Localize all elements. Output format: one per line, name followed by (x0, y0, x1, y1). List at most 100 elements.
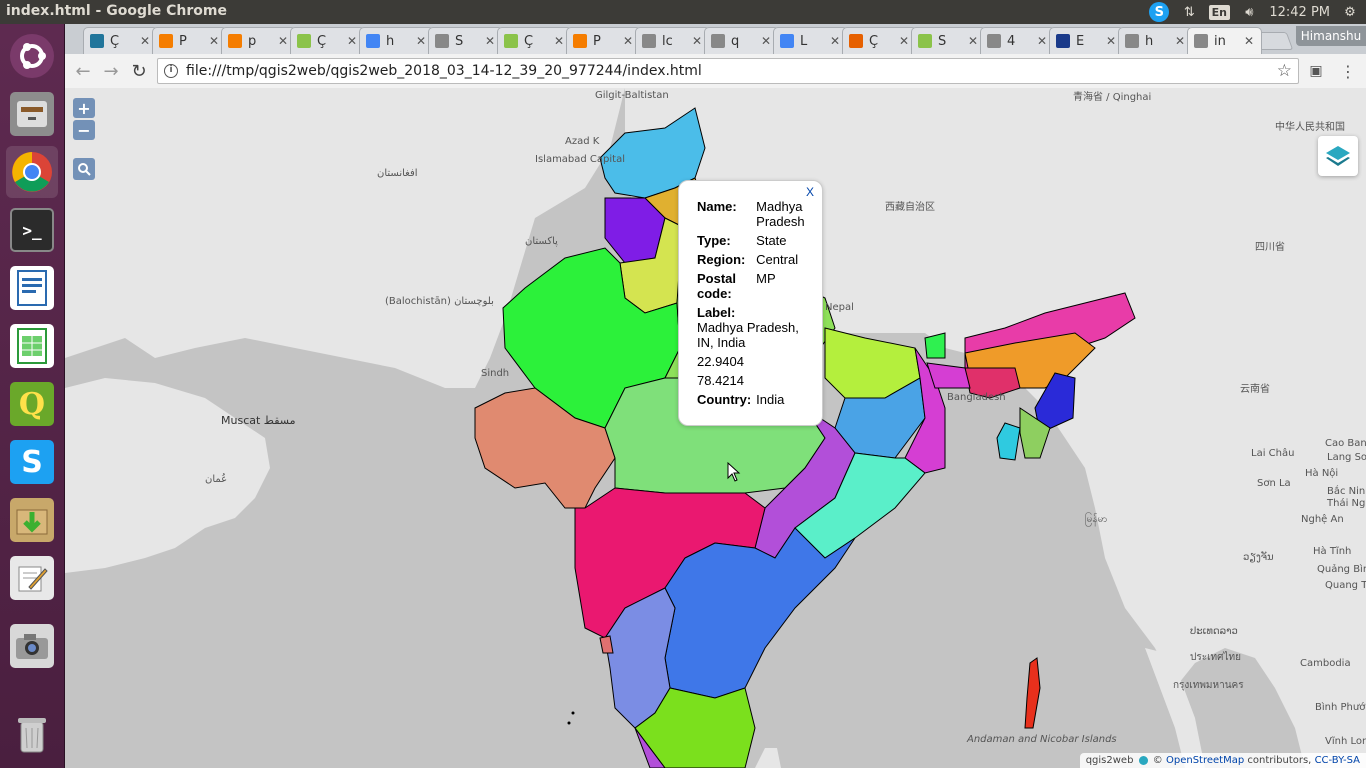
tab-label: in (1214, 33, 1226, 49)
osm-link[interactable]: OpenStreetMap (1166, 755, 1244, 766)
google-icon (780, 34, 794, 48)
qgis-icon: Q (10, 382, 54, 426)
page-icon (1194, 34, 1208, 48)
license-link[interactable]: CC-BY-SA (1315, 755, 1360, 766)
address-bar[interactable]: i file:///tmp/qgis2web/qgis2web_2018_03_… (157, 58, 1299, 84)
popup-key: Postal code: (697, 271, 737, 301)
reload-icon[interactable]: ↻ (127, 60, 151, 82)
google-icon (366, 34, 380, 48)
browser-tab[interactable]: Ç ✕ (290, 27, 365, 54)
network-icon[interactable]: ⇅ (1179, 2, 1199, 22)
settings-gear-icon[interactable]: ⚙ (1340, 2, 1360, 22)
bookmark-star-icon[interactable]: ☆ (1277, 61, 1292, 81)
check-icon (297, 34, 311, 48)
browser-tab[interactable]: Ç ✕ (497, 27, 572, 54)
tab-close-icon[interactable]: ✕ (1104, 34, 1118, 48)
search-icon[interactable] (73, 158, 95, 180)
tab-close-icon[interactable]: ✕ (1173, 34, 1187, 48)
map-label: မြန်မာ (1085, 514, 1108, 525)
writer-launcher-button[interactable] (6, 262, 58, 314)
browser-tab[interactable]: lc ✕ (635, 27, 710, 54)
tab-close-icon[interactable]: ✕ (552, 34, 566, 48)
clock[interactable]: 12:42 PM (1269, 5, 1330, 20)
back-arrow-icon[interactable]: ← (71, 60, 95, 82)
tab-close-icon[interactable]: ✕ (138, 34, 152, 48)
map-viewport[interactable]: Gilgit-Baltistan Azad K Islamabad Capita… (65, 88, 1366, 768)
popup-value: MP (756, 271, 776, 286)
check-icon (918, 34, 932, 48)
wordpress-icon (90, 34, 104, 48)
tab-close-icon[interactable]: ✕ (966, 34, 980, 48)
qgis2web-link[interactable]: qgis2web (1086, 755, 1134, 766)
tab-label: L (800, 33, 808, 49)
map-label: ວຽງຈັນ (1243, 552, 1274, 563)
zoom-out-button[interactable]: − (73, 120, 95, 140)
tab-label: Ç (317, 33, 327, 49)
tab-close-icon[interactable]: ✕ (828, 34, 842, 48)
map-label: Nepal (825, 302, 854, 313)
tab-close-icon[interactable]: ✕ (897, 34, 911, 48)
qgis-small-icon (1138, 755, 1148, 765)
info-icon[interactable]: i (164, 64, 178, 78)
popup-close-button[interactable]: X (806, 185, 814, 199)
profile-button[interactable]: Himanshu (1296, 26, 1366, 46)
map-label: Quang Tri (1325, 580, 1366, 591)
files-launcher-button[interactable] (6, 88, 58, 140)
camera-launcher-button[interactable] (6, 620, 58, 672)
browser-tab[interactable]: L ✕ (773, 27, 848, 54)
tab-close-icon[interactable]: ✕ (1242, 34, 1256, 48)
browser-tab[interactable]: in ✕ (1187, 27, 1262, 54)
chrome-launcher-button[interactable] (6, 146, 58, 198)
zoom-in-button[interactable]: + (73, 98, 95, 118)
map-label: Cao Bang (1325, 438, 1366, 449)
tab-close-icon[interactable]: ✕ (207, 34, 221, 48)
browser-tab[interactable]: P ✕ (566, 27, 641, 54)
popup-key: Region: (697, 252, 746, 267)
browser-tab[interactable]: p ✕ (221, 27, 296, 54)
tab-close-icon[interactable]: ✕ (276, 34, 290, 48)
tab-close-icon[interactable]: ✕ (483, 34, 497, 48)
browser-tab[interactable]: E ✕ (1049, 27, 1124, 54)
browser-tab[interactable]: P ✕ (152, 27, 227, 54)
system-tray: S ⇅ En 🔊︎ 12:42 PM ⚙ (1149, 0, 1360, 24)
tab-close-icon[interactable]: ✕ (621, 34, 635, 48)
layers-icon[interactable] (1318, 136, 1358, 176)
skype-launcher-button[interactable]: S (6, 436, 58, 488)
browser-tab[interactable]: 4 ✕ (980, 27, 1055, 54)
check-icon (504, 34, 518, 48)
popup-row: Type: State (697, 233, 813, 252)
extension-icon[interactable]: ▣ (1307, 62, 1325, 80)
map-label: 云南省 (1240, 384, 1270, 395)
terminal-launcher-button[interactable]: >_ (6, 204, 58, 256)
map-label: Hà Nội (1305, 468, 1339, 479)
browser-tab[interactable]: Ç ✕ (842, 27, 917, 54)
browser-tab[interactable]: Ç ✕ (83, 27, 158, 54)
browser-tab[interactable]: S ✕ (911, 27, 986, 54)
volume-icon[interactable]: 🔊︎ (1239, 2, 1259, 22)
trash-launcher-button[interactable] (6, 708, 58, 760)
menu-kebab-icon[interactable]: ⋮ (1339, 62, 1357, 81)
archive-launcher-button[interactable] (6, 494, 58, 546)
tab-close-icon[interactable]: ✕ (345, 34, 359, 48)
popup-longitude: 78.4214 (697, 373, 744, 388)
browser-tab[interactable]: q ✕ (704, 27, 779, 54)
camera-icon (10, 624, 54, 668)
keyboard-layout-indicator[interactable]: En (1208, 2, 1231, 22)
tab-close-icon[interactable]: ✕ (759, 34, 773, 48)
dash-home-button[interactable] (6, 30, 58, 82)
skype-tray-icon[interactable]: S (1149, 2, 1170, 22)
text-editor-launcher-button[interactable] (6, 552, 58, 604)
browser-tab[interactable]: h ✕ (359, 27, 434, 54)
map-label: 四川省 (1255, 242, 1285, 253)
browser-toolbar: ← → ↻ i file:///tmp/qgis2web/qgis2web_20… (65, 54, 1366, 89)
qgis-launcher-button[interactable]: Q (6, 378, 58, 430)
browser-tab[interactable]: h ✕ (1118, 27, 1193, 54)
calc-launcher-button[interactable] (6, 320, 58, 372)
tab-close-icon[interactable]: ✕ (690, 34, 704, 48)
tab-close-icon[interactable]: ✕ (414, 34, 428, 48)
popup-key: Type: (697, 233, 731, 248)
browser-tab[interactable]: S ✕ (428, 27, 503, 54)
blogger-icon (159, 34, 173, 48)
tab-close-icon[interactable]: ✕ (1035, 34, 1049, 48)
forward-arrow-icon[interactable]: → (99, 60, 123, 82)
